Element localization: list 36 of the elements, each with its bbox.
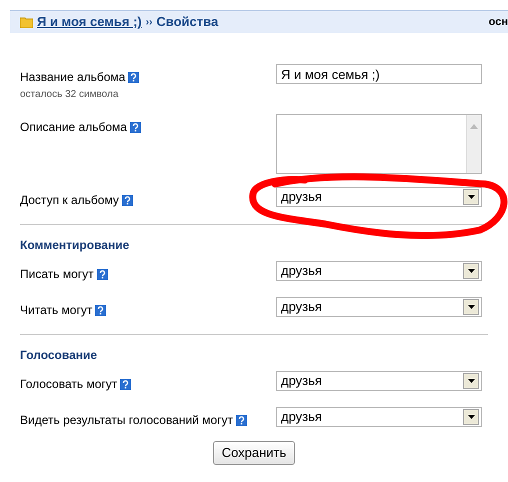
dropdown[interactable]: друзья [276,371,482,391]
field-label: Видеть результаты голосований могут [20,412,234,429]
page-title: Свойства [156,13,218,32]
field-label: Описание альбома [20,119,127,136]
breadcrumb-separator: ›› [146,16,152,30]
caret-icon [468,379,474,383]
field-label: Писать могут [20,266,94,283]
help-icon[interactable] [95,304,106,316]
caret-icon [468,269,474,273]
field-label: Доступ к альбому [20,192,119,209]
dropdown[interactable]: друзья [276,187,482,207]
section-heading: Голосование [20,347,98,364]
help-icon[interactable] [236,414,248,426]
save-button[interactable]: Сохранить [212,441,296,464]
help-icon[interactable] [120,378,132,390]
help-icon[interactable] [128,72,140,82]
caret-icon [468,305,474,309]
field-label: Название альбома [20,69,126,86]
caret-icon [468,415,474,419]
caret-icon [468,195,474,199]
help-icon[interactable] [130,122,141,132]
text-field[interactable]: Я и моя семья ;) [276,64,482,84]
dropdown[interactable]: друзья [276,297,482,317]
section-heading: Комментирование [20,237,130,254]
album-link[interactable]: Я и моя семья ;) [37,12,142,32]
header-text: осн [488,14,508,30]
scroll-up-icon [468,122,480,130]
hint-text: осталось 32 символа [20,88,120,102]
field-label: Читать могут [20,302,92,319]
field-label: Голосовать могут [20,376,118,393]
folder-icon [20,16,33,28]
dropdown[interactable]: друзья [276,261,482,281]
textarea-field[interactable] [276,114,482,174]
help-icon[interactable] [96,268,108,280]
dropdown[interactable]: друзья [276,407,482,427]
help-icon[interactable] [122,194,133,206]
